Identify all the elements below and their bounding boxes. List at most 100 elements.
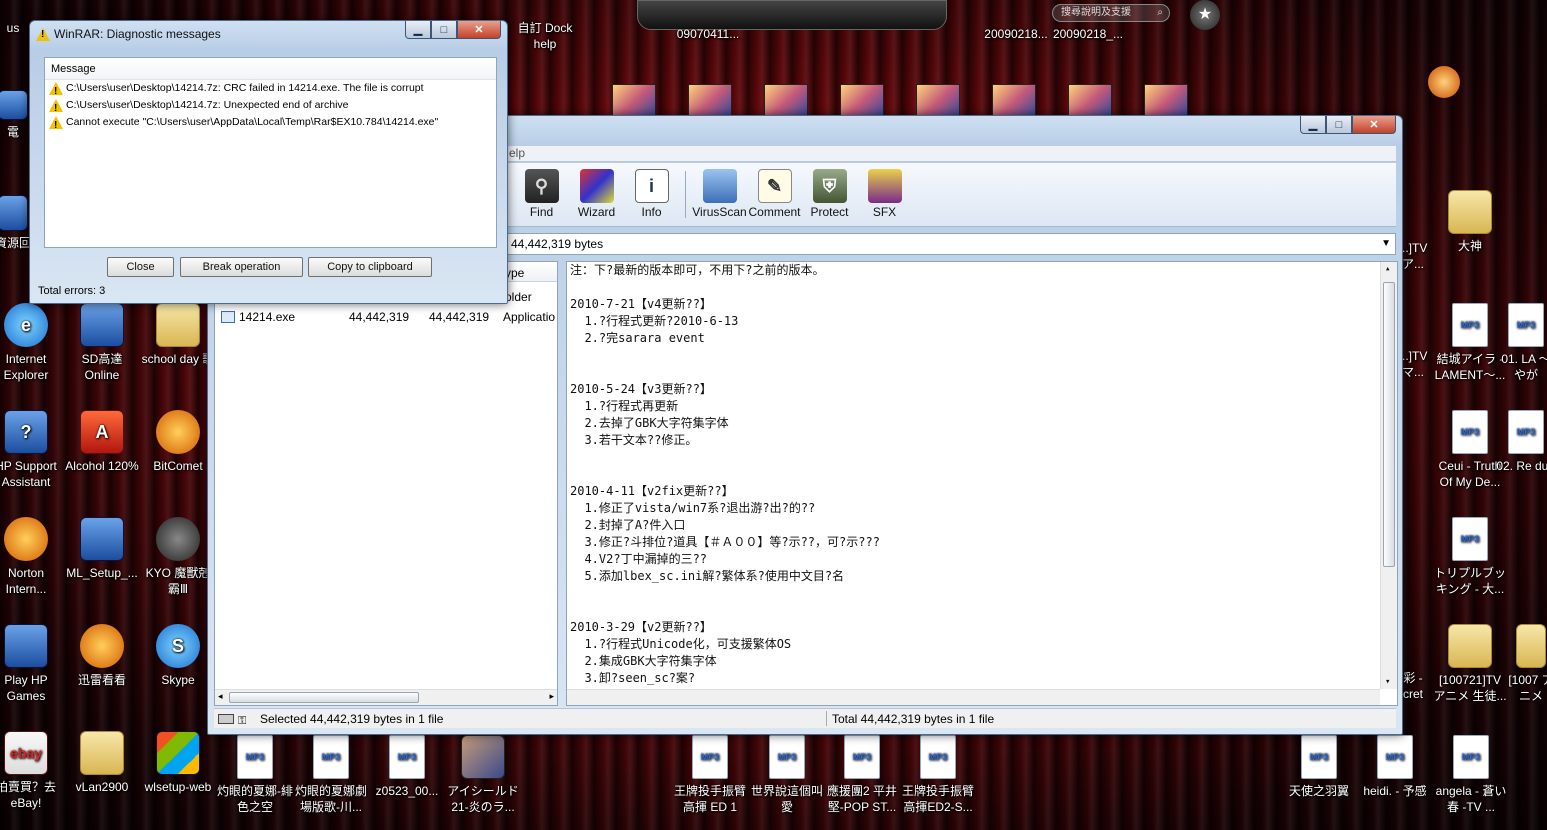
- break-operation-button[interactable]: Break operation: [180, 257, 303, 277]
- skype-icon: S: [156, 624, 200, 668]
- desktop-icon-skype[interactable]: S Skype: [140, 624, 216, 688]
- folder-icon: [1448, 190, 1492, 234]
- desktop-label-dock[interactable]: 自訂 Dock help: [505, 20, 585, 52]
- folder-icon: [1448, 624, 1492, 668]
- scroll-up-icon[interactable]: ▴: [1385, 264, 1390, 274]
- desktop-mp3-file[interactable]: MP3 z0523_00...: [369, 735, 445, 799]
- alcohol-icon: A: [80, 410, 124, 454]
- message-list[interactable]: Message C:\Users\user\Desktop\14214.7z: …: [44, 57, 497, 248]
- close-button[interactable]: ✕: [457, 21, 501, 39]
- comment-line: 3.若干文本??修正。: [570, 433, 698, 447]
- desktop-icon-alcohol[interactable]: A Alcohol 120%: [64, 410, 140, 474]
- horizontal-scrollbar[interactable]: ◂ ▸: [215, 689, 557, 705]
- horizontal-scrollbar[interactable]: [567, 689, 1380, 705]
- scroll-thumb[interactable]: [229, 692, 419, 703]
- desktop-icon-vlan[interactable]: vLan2900: [64, 731, 140, 795]
- desktop-mp3-file[interactable]: MP3 灼眼的夏娜-緋色之空: [217, 735, 293, 815]
- desktop-label-top[interactable]: 20090218...: [978, 26, 1054, 42]
- scroll-thumb[interactable]: [1383, 282, 1395, 567]
- list-item[interactable]: C:\Users\user\Desktop\14214.7z: Unexpect…: [45, 97, 496, 117]
- desktop-mp3-file[interactable]: MP3 王牌投手振臂高揮ED2-S...: [900, 735, 976, 815]
- sd-gundam-icon: [80, 303, 124, 347]
- comment-button[interactable]: ✎ Comment: [747, 163, 802, 226]
- info-button[interactable]: i Info: [624, 163, 679, 226]
- desktop-icon-bitcomet[interactable]: BitComet: [140, 410, 216, 474]
- mp3-file-icon: MP3: [1377, 735, 1413, 779]
- comment-line: 5.添加lbex_sc.ini解?繁体系?使用中文目?名: [570, 569, 845, 583]
- desktop-label-top[interactable]: 20090218_...: [1050, 26, 1126, 42]
- comment-line: 3.修正?斗排位?道具【＃Ａ００】等?示??，可?示???: [570, 535, 880, 549]
- mp3-file-icon: MP3: [389, 735, 425, 779]
- maximize-button[interactable]: □: [1326, 116, 1352, 134]
- desktop-icon-wlsetup[interactable]: wlsetup-web: [140, 731, 216, 795]
- desktop-mp3-file[interactable]: MP3 angela - 蒼い春 -TV ...: [1433, 735, 1509, 815]
- maximize-button[interactable]: □: [431, 21, 457, 39]
- scroll-right-icon[interactable]: ▸: [549, 691, 554, 702]
- vertical-scrollbar[interactable]: ▴ ▾: [1380, 262, 1397, 689]
- list-item[interactable]: Cannot execute "C:\Users\user\AppData\Lo…: [45, 114, 496, 134]
- desktop-mp3-file[interactable]: MP3 heidi. - 予感: [1357, 735, 1433, 799]
- copy-to-clipboard-button[interactable]: Copy to clipboard: [308, 257, 432, 277]
- sfx-icon: [867, 169, 902, 203]
- desktop-mp3-file[interactable]: MP3 王牌投手振臂高揮 ED 1: [672, 735, 748, 815]
- find-button[interactable]: ⚲ Find: [514, 163, 569, 226]
- desktop-icon-kyo[interactable]: KYO 魔獸剋霸Ⅲ: [140, 517, 216, 597]
- vlc-like-orb-icon[interactable]: [1428, 66, 1460, 98]
- scroll-left-icon[interactable]: ◂: [218, 691, 223, 702]
- desktop-folder[interactable]: [100721]TV アニメ 生徒...: [1432, 624, 1508, 704]
- desktop-icon-xunlei[interactable]: 迅雷看看: [64, 624, 140, 688]
- sfx-button[interactable]: SFX: [857, 163, 912, 226]
- file-list[interactable]: ype older 14214.exe 44,442,319 44,442,31…: [214, 261, 558, 706]
- desktop-icon-ml-setup[interactable]: ML_Setup_...: [64, 517, 140, 581]
- desktop-icon-sd[interactable]: SD高達 Online: [64, 303, 140, 383]
- help-search-box[interactable]: 搜尋說明及支援 ⌕: [1052, 4, 1170, 22]
- search-icon: ⌕: [1157, 7, 1163, 18]
- message-column-header[interactable]: Message: [45, 58, 496, 80]
- desktop-mp3-file[interactable]: MP3 天使之羽翼: [1281, 735, 1357, 799]
- minimize-button[interactable]: ▁: [405, 21, 431, 39]
- comment-line: [567, 585, 1397, 602]
- desktop-mp3-file[interactable]: MP3 世界說這個叫愛: [749, 735, 825, 815]
- desktop-mp3-file[interactable]: MP3 01. LA ～やが: [1496, 303, 1547, 383]
- scroll-down-icon[interactable]: ▾: [1385, 677, 1390, 687]
- star-icon[interactable]: ★: [1190, 0, 1220, 30]
- chevron-down-icon[interactable]: ▼: [1381, 234, 1391, 254]
- desktop-mp3-file[interactable]: MP302. Re du ): [1496, 410, 1547, 474]
- desktop-mp3-file[interactable]: MP3 應援團2 平井堅-POP ST...: [824, 735, 900, 815]
- archive-comment-pane[interactable]: 注：下?最新的版本即可，不用下?之前的版本。 2010-7-21【v4更新??】 …: [566, 261, 1398, 706]
- desktop-mp3-file[interactable]: MP3 灼眼的夏娜劇場版歌-川...: [293, 735, 369, 815]
- protect-button[interactable]: ⛨ Protect: [802, 163, 857, 226]
- comment-line: [567, 466, 1397, 483]
- desktop-icon-hp-support[interactable]: ? HP Support Assistant: [0, 410, 64, 490]
- desktop-video-file[interactable]: アイシールド21-炎のラ...: [445, 735, 521, 815]
- desktop-folder[interactable]: 大神: [1432, 190, 1508, 254]
- exe-file-icon: [221, 311, 235, 323]
- menu-item-help[interactable]: elp: [509, 146, 525, 160]
- minimize-button[interactable]: ▁: [1300, 116, 1326, 134]
- status-selected: Selected 44,442,319 bytes in 1 file: [260, 712, 444, 726]
- close-dialog-button[interactable]: Close: [107, 257, 174, 277]
- desktop-icon-norton[interactable]: Norton Intern...: [0, 517, 64, 597]
- desktop-label-top[interactable]: 09070411...: [668, 26, 748, 42]
- folder-icon: [156, 303, 200, 347]
- wizard-button[interactable]: Wizard: [569, 163, 624, 226]
- desktop-icon-hp-games[interactable]: Play HP Games: [0, 624, 64, 704]
- close-button[interactable]: ✕: [1352, 116, 1396, 134]
- table-row[interactable]: 14214.exe 44,442,319 44,442,319 Applicat…: [215, 308, 557, 326]
- comment-line: 2.?完sarara event: [570, 331, 705, 345]
- desktop-icon-ebay[interactable]: ebay 拍賣買？去 eBay!: [0, 731, 64, 811]
- desktop-mp3-file[interactable]: MP3 トリプルブッキング - 大...: [1432, 517, 1508, 597]
- kyo-orb-icon: [156, 517, 200, 561]
- status-total: Total 44,442,319 bytes in 1 file: [832, 712, 995, 726]
- virusscan-button[interactable]: VirusScan: [692, 163, 747, 226]
- ebay-icon: ebay: [4, 731, 48, 775]
- desktop-folder[interactable]: [1007 アニメ: [1506, 624, 1547, 704]
- mp3-file-icon: MP3: [1301, 735, 1337, 779]
- desktop-icon-ie[interactable]: e Internet Explorer: [0, 303, 64, 383]
- message-text: Cannot execute "C:\Users\user\AppData\Lo…: [66, 116, 439, 128]
- warning-icon: [36, 28, 50, 41]
- mp3-file-icon: MP3: [1453, 735, 1489, 779]
- list-item[interactable]: C:\Users\user\Desktop\14214.7z: CRC fail…: [45, 80, 496, 100]
- desktop-icon-school-day[interactable]: school day 歌: [140, 303, 216, 367]
- folder-icon: [80, 731, 124, 775]
